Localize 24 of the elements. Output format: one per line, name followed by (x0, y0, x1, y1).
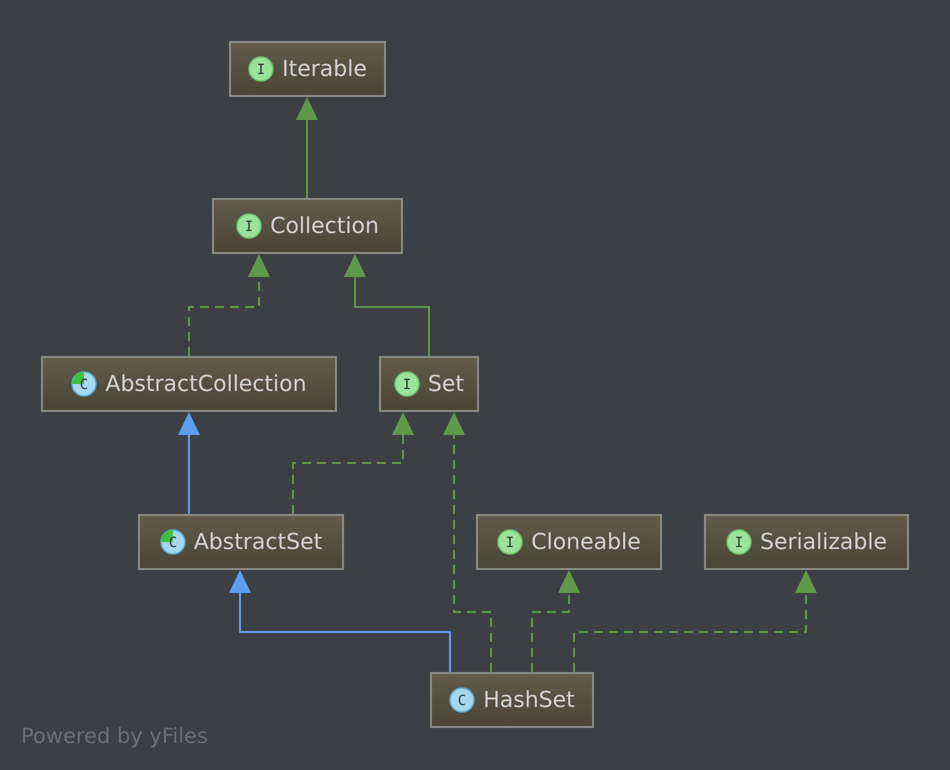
class-name: AbstractCollection (105, 372, 307, 396)
class-node[interactable]: I Serializable (704, 514, 909, 570)
class-node[interactable]: I Collection (212, 198, 403, 254)
class-node[interactable]: C AbstractSet (138, 514, 344, 570)
class-node[interactable]: I Iterable (229, 41, 386, 97)
class-name: HashSet (483, 688, 575, 712)
interface-icon: I (497, 529, 524, 555)
abstract-class-icon: C (160, 529, 186, 555)
interface-icon: I (726, 529, 752, 555)
class-name: Iterable (282, 56, 367, 82)
class-node[interactable]: C AbstractCollection (41, 356, 337, 412)
class-name: Cloneable (531, 530, 641, 554)
interface-icon: I (236, 213, 262, 239)
class-name: Set (428, 372, 464, 396)
class-node[interactable]: I Cloneable (476, 514, 662, 570)
class-node[interactable]: I Set (379, 356, 479, 412)
class-name: Serializable (760, 530, 887, 554)
interface-icon: I (394, 371, 420, 397)
abstract-class-icon: C (71, 371, 98, 397)
class-name: AbstractSet (194, 530, 322, 554)
interface-icon: I (248, 56, 274, 82)
class-name: Collection (270, 214, 379, 238)
class-icon: C (449, 687, 476, 713)
class-node[interactable]: C HashSet (430, 672, 594, 728)
